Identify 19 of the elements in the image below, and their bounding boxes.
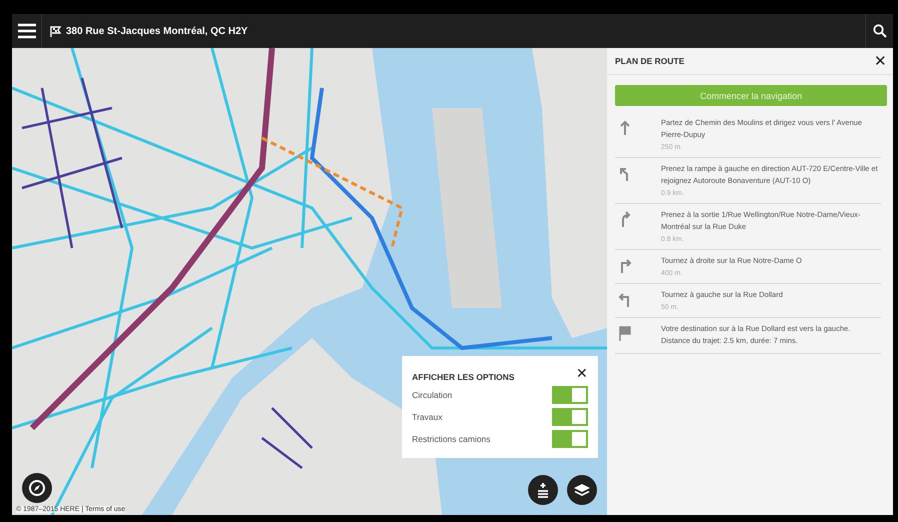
toggle-switch[interactable] [552,430,588,448]
popup-title: AFFICHER LES OPTIONS [412,372,514,382]
close-button[interactable]: ✕ [874,54,887,68]
toggle-switch[interactable] [552,386,588,404]
compass-icon [28,479,46,497]
layers-icon [573,482,591,498]
close-button[interactable]: ✕ [576,366,588,380]
flag-icon [617,325,633,341]
search-icon [872,24,886,38]
map-drawing[interactable] [12,48,607,515]
list-icon [535,482,551,498]
flag-icon [50,26,62,36]
destination-address: 380 Rue St-Jacques Montréal, QC H2Y [66,26,249,36]
toggle-label: Travaux [412,412,442,422]
toggle-label: Circulation [412,390,452,400]
toggle-label: Restrictions camions [412,434,490,444]
toggle-switch[interactable] [552,408,588,426]
menu-icon [16,23,36,39]
panel-title: PLAN DE ROUTE [615,56,684,66]
